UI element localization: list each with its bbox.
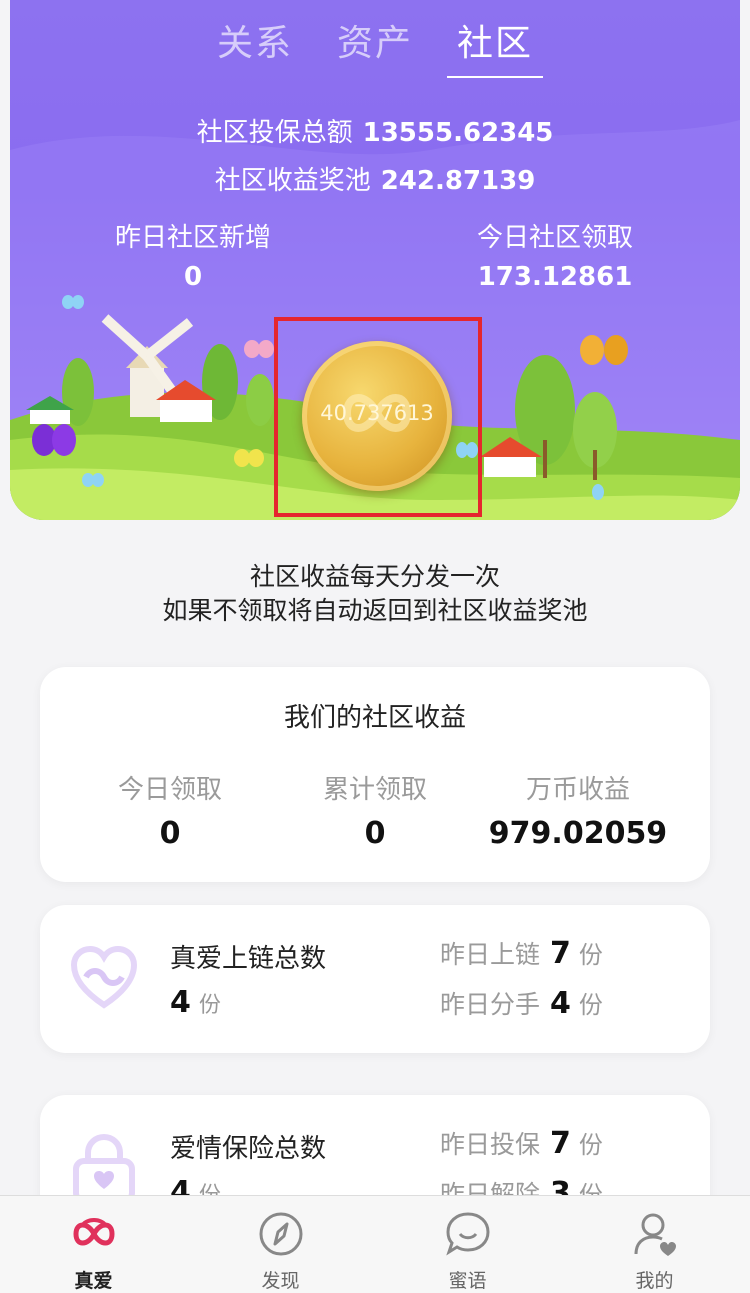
tabbar-item-love[interactable]: 真爱 <box>0 1196 187 1293</box>
yesterday-chain-unit: 份 <box>578 941 603 969</box>
total-claim-col-label: 累计领取 <box>322 775 427 805</box>
today-claim-col-label: 今日领取 <box>117 775 222 805</box>
community-page: 关系 资产 社区 社区投保总额 13555.62345 社区收益奖池 242.871… <box>0 0 750 1293</box>
tabbar-item-discover[interactable]: 发现 <box>187 1196 374 1293</box>
total-claim-col-value: 0 <box>364 816 386 851</box>
earnings-col-today: 今日领取 0 <box>60 769 280 851</box>
tab-relation[interactable]: 关系 <box>207 14 303 78</box>
coin-earnings-col-label: 万币收益 <box>525 775 630 805</box>
insured-total-value: 13555.62345 <box>362 118 554 148</box>
yesterday-chain-label: 昨日上链 <box>440 940 541 969</box>
tabbar-label-discover: 发现 <box>261 1270 300 1292</box>
yesterday-breakup-label: 昨日分手 <box>440 990 541 1019</box>
heart-chain-icon <box>70 945 138 1009</box>
reward-pool-label: 社区收益奖池 <box>214 166 371 196</box>
notice-line-1: 社区收益每天分发一次 <box>249 562 500 591</box>
tab-community[interactable]: 社区 <box>447 14 544 78</box>
yesterday-new-value: 0 <box>183 262 203 292</box>
yesterday-insure-label: 昨日投保 <box>440 1130 541 1159</box>
yesterday-chain-value: 7 <box>550 936 571 971</box>
tabbar-label-chat: 蜜语 <box>448 1270 487 1292</box>
tabbar-item-mine[interactable]: 我的 <box>561 1196 748 1293</box>
yesterday-breakup-row: 昨日分手 4 份 <box>440 985 603 1021</box>
yesterday-insure-unit: 份 <box>578 1131 603 1159</box>
infinity-icon <box>73 1218 115 1246</box>
tabbar-item-chat[interactable]: 蜜语 <box>374 1196 561 1293</box>
reward-pool-value: 242.87139 <box>380 166 536 196</box>
earnings-title: 我们的社区收益 <box>283 703 466 733</box>
compass-icon <box>259 1212 303 1256</box>
reward-pool-row: 社区收益奖池 242.87139 <box>10 160 740 197</box>
chain-card: 真爱上链总数 4份 昨日上链 7 份 昨日分手 4 份 <box>40 905 710 1053</box>
today-claim-col-value: 0 <box>159 816 181 851</box>
chain-total-row: 4份 <box>170 985 221 1020</box>
today-claim-value: 173.12861 <box>477 262 633 292</box>
distribution-notice: 社区收益每天分发一次 如果不领取将自动返回到社区收益奖池 <box>0 560 750 628</box>
yesterday-insure-row: 昨日投保 7 份 <box>440 1125 603 1161</box>
user-icon <box>634 1213 676 1256</box>
coin-value: 40.737613 <box>320 401 434 425</box>
chain-total-unit: 份 <box>198 993 221 1018</box>
insured-total-row: 社区投保总额 13555.62345 <box>10 112 740 149</box>
coin-highlight-box: 40.737613 <box>274 317 482 517</box>
tab-assets[interactable]: 资产 <box>327 14 423 78</box>
yesterday-chain-row: 昨日上链 7 份 <box>440 935 603 971</box>
insured-total-label: 社区投保总额 <box>196 118 353 148</box>
claim-coin-button[interactable]: 40.737613 <box>302 341 452 491</box>
bottom-tab-bar: 真爱 发现 蜜语 我的 <box>0 1195 750 1293</box>
tabbar-label-mine: 我的 <box>635 1270 674 1292</box>
earnings-col-coin: 万币收益 979.02059 <box>468 769 688 851</box>
top-tabs: 关系 资产 社区 <box>10 14 740 78</box>
yesterday-breakup-value: 4 <box>550 986 571 1021</box>
community-hero: 关系 资产 社区 社区投保总额 13555.62345 社区收益奖池 242.871… <box>10 0 740 520</box>
chain-total-value: 4 <box>170 985 191 1020</box>
today-claim-label: 今日社区领取 <box>476 223 633 253</box>
earnings-col-total: 累计领取 0 <box>265 769 485 851</box>
chat-bubble-icon <box>446 1212 490 1256</box>
coin-earnings-col-value: 979.02059 <box>488 816 668 851</box>
chain-total-title: 真爱上链总数 <box>170 944 327 974</box>
yesterday-breakup-unit: 份 <box>578 991 603 1019</box>
earnings-card: 我们的社区收益 今日领取 0 累计领取 0 万币收益 979.02059 <box>40 667 710 882</box>
yesterday-new-label: 昨日社区新增 <box>114 223 271 253</box>
tabbar-label-love: 真爱 <box>74 1270 113 1292</box>
notice-line-2: 如果不领取将自动返回到社区收益奖池 <box>162 596 588 625</box>
insurance-total-title: 爱情保险总数 <box>170 1134 327 1164</box>
yesterday-insure-value: 7 <box>550 1126 571 1161</box>
